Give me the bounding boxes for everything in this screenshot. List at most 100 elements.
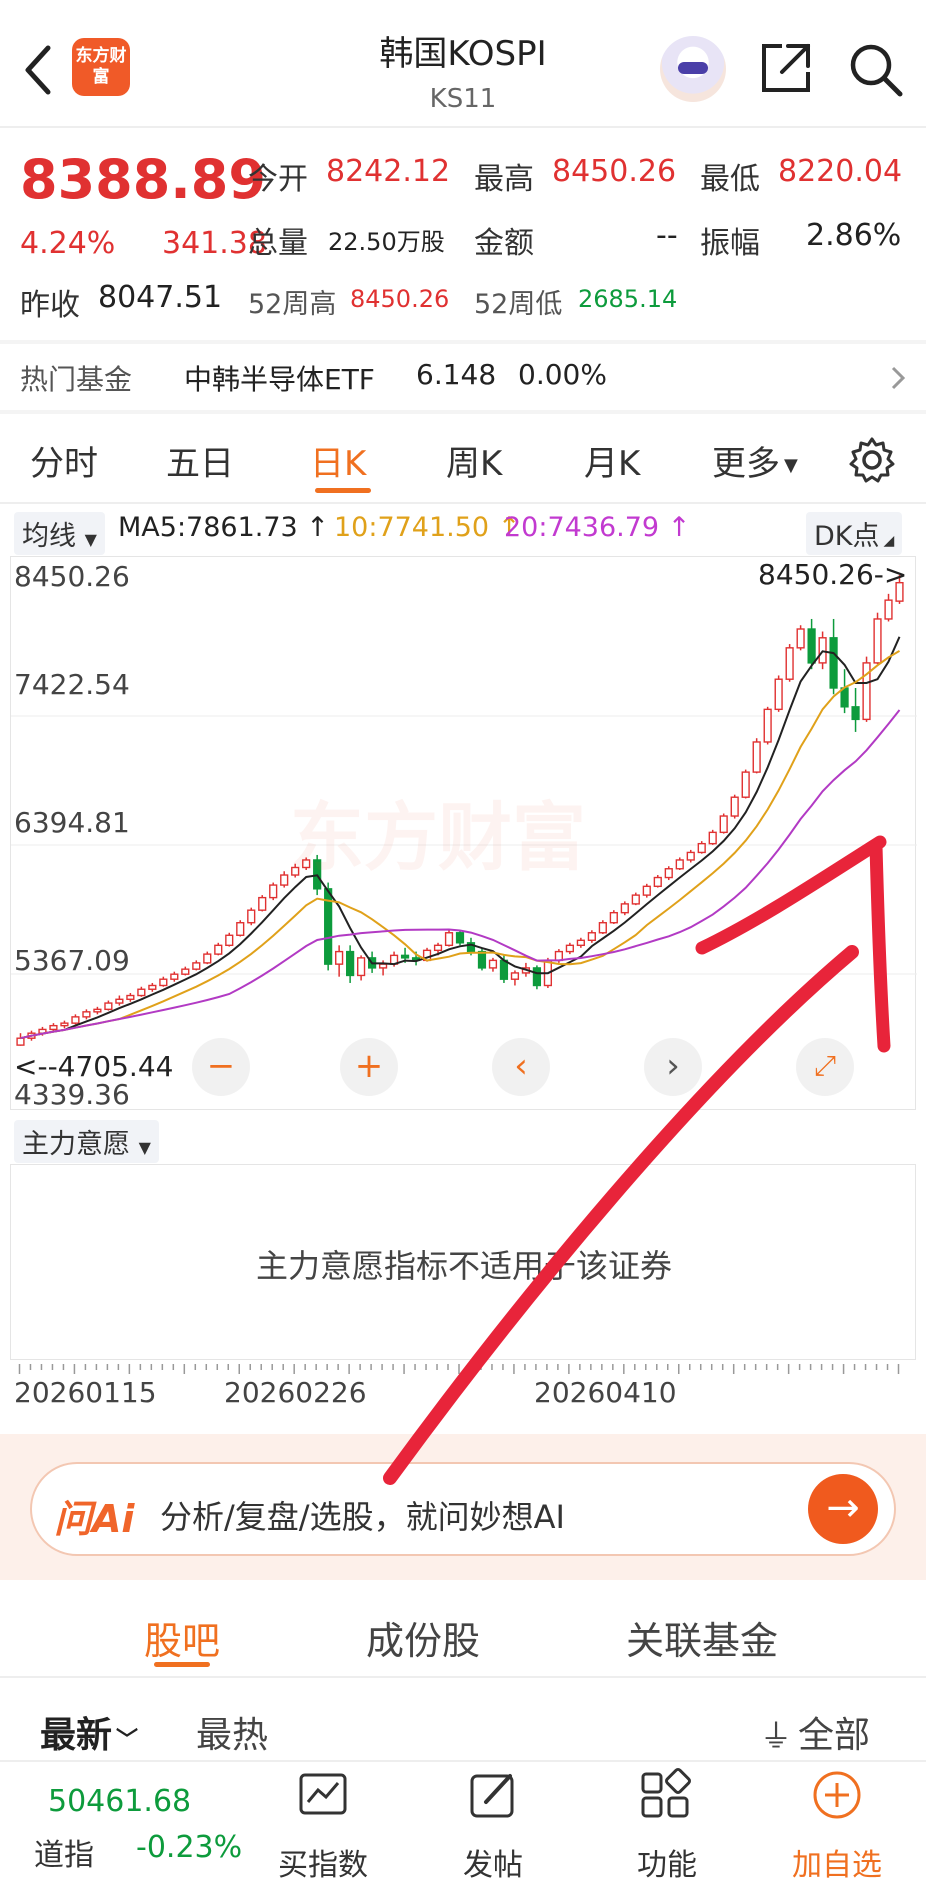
scroll-right-button[interactable]: › — [644, 1038, 702, 1096]
y-tick-label: 8450.26 — [14, 560, 130, 593]
zoom-out-button[interactable]: − — [192, 1038, 250, 1096]
indicator-panel: 主力意愿指标不适用于该证券 — [10, 1164, 916, 1360]
candle-body — [148, 984, 157, 990]
ai-go-button[interactable]: → — [808, 1474, 878, 1544]
corner-icon: ◢ — [883, 533, 895, 549]
zoom-in-button[interactable]: + — [340, 1038, 398, 1096]
candle-body — [60, 1022, 69, 1027]
change-percent: 4.24% — [20, 226, 116, 261]
candle-body — [203, 953, 212, 964]
candle-body — [884, 599, 893, 620]
candle-body — [247, 909, 256, 924]
scroll-left-button[interactable]: ‹ — [492, 1038, 550, 1096]
candle-body — [752, 741, 761, 773]
amplitude-value: 2.86% — [806, 218, 902, 253]
x-tick-label: 20260115 — [14, 1376, 157, 1409]
sort-latest[interactable]: 最新 ﹀ — [40, 1706, 138, 1758]
candle — [587, 930, 596, 943]
candle-body — [785, 647, 794, 680]
hot-fund-row[interactable]: 热门基金 中韩半导体ETF 6.148 0.00% — [0, 344, 926, 410]
indicator-selector-label: 主力意愿 — [22, 1129, 130, 1160]
candle — [82, 1009, 91, 1020]
share-icon[interactable] — [758, 40, 814, 96]
tab-five-day[interactable]: 五日 — [166, 436, 234, 485]
candle-body — [851, 706, 860, 721]
candle — [598, 920, 607, 935]
candle-body — [620, 903, 629, 914]
bottom-functions[interactable]: 功能 — [602, 1840, 732, 1884]
indicator-message: 主力意愿指标不适用于该证券 — [255, 1247, 672, 1285]
assistant-avatar[interactable] — [660, 36, 726, 102]
bottom-buy-index[interactable]: 买指数 — [258, 1840, 388, 1884]
candle — [730, 794, 739, 819]
indicator-selector[interactable]: 主力意愿 ▼ — [14, 1120, 159, 1163]
candle-body — [192, 962, 201, 970]
candle — [159, 976, 168, 987]
ticker-name[interactable]: 道指 — [34, 1830, 94, 1874]
filter-all-label: 全部 — [798, 1715, 871, 1756]
candle — [851, 688, 860, 732]
tab-intraday[interactable]: 分时 — [30, 436, 98, 485]
tab-monthly-k[interactable]: 月K — [584, 436, 640, 485]
prev-close-label: 昨收 — [20, 288, 80, 323]
candle — [444, 930, 454, 947]
candle-body — [126, 994, 135, 1000]
candle-body — [71, 1016, 80, 1024]
ticker-change[interactable]: -0.23% — [136, 1830, 242, 1865]
candle — [236, 920, 245, 937]
x-tick-label: 20260226 — [224, 1376, 367, 1409]
sort-hot[interactable]: 最热 — [196, 1706, 268, 1758]
candle-body — [499, 959, 509, 980]
filter-all[interactable]: ⏚ 全部 — [760, 1706, 870, 1758]
candle-body — [170, 973, 179, 980]
x-tick-label: 20260410 — [534, 1376, 677, 1409]
candle-body — [631, 894, 640, 905]
candle-body — [378, 963, 388, 969]
candle-body — [82, 1011, 91, 1018]
active-tab-indicator — [154, 1662, 210, 1667]
candle — [93, 1006, 102, 1015]
tab-weekly-k[interactable]: 周K — [446, 436, 502, 485]
search-icon[interactable] — [846, 40, 906, 100]
bottom-add-watchlist[interactable]: 加自选 — [772, 1840, 902, 1884]
tab-related-funds[interactable]: 关联基金 — [626, 1610, 778, 1665]
candle — [148, 982, 157, 992]
candle — [170, 971, 179, 982]
candle-body — [719, 815, 728, 834]
y-tick-label: 5367.09 — [14, 944, 130, 977]
ma-selector[interactable]: 均线 ▼ — [14, 512, 105, 555]
candle-body — [796, 628, 805, 649]
candle-body — [346, 950, 355, 977]
dk-selector[interactable]: DK点 ◢ — [806, 512, 903, 555]
candle — [477, 947, 487, 971]
candle-body — [16, 1037, 25, 1046]
candle — [609, 910, 618, 924]
candle — [455, 930, 465, 946]
candle-body — [565, 944, 574, 953]
candle-body — [763, 708, 772, 743]
gear-icon[interactable] — [848, 436, 896, 484]
candle — [752, 738, 761, 774]
candle — [620, 901, 629, 916]
candle — [785, 644, 794, 682]
tab-constituents[interactable]: 成份股 — [366, 1610, 480, 1665]
hot-fund-name: 中韩半导体ETF — [184, 363, 375, 396]
chart-min-label: <--4705.44 — [14, 1050, 174, 1083]
candle-body — [214, 944, 223, 955]
bottom-post[interactable]: 发帖 — [428, 1840, 558, 1884]
tab-more[interactable]: 更多 ▼ — [712, 436, 798, 485]
ma-selector-label: 均线 — [22, 521, 76, 552]
tab-forum[interactable]: 股吧 — [144, 1610, 220, 1665]
tab-daily-k[interactable]: 日K — [310, 436, 366, 485]
ticker-value[interactable]: 50461.68 — [48, 1784, 191, 1819]
fullscreen-button[interactable]: ⤢ — [796, 1038, 854, 1096]
candle — [181, 966, 190, 976]
ai-logo: 问Ai — [54, 1497, 135, 1541]
candle — [653, 875, 662, 888]
candle — [488, 957, 498, 972]
amount-label: 金额 — [474, 226, 534, 261]
y-tick-label: 7422.54 — [14, 668, 130, 701]
candle — [192, 960, 201, 971]
ai-placeholder[interactable]: 分析/复盘/选股，就问妙想AI — [160, 1492, 565, 1538]
volume-label: 总量 — [248, 226, 308, 261]
